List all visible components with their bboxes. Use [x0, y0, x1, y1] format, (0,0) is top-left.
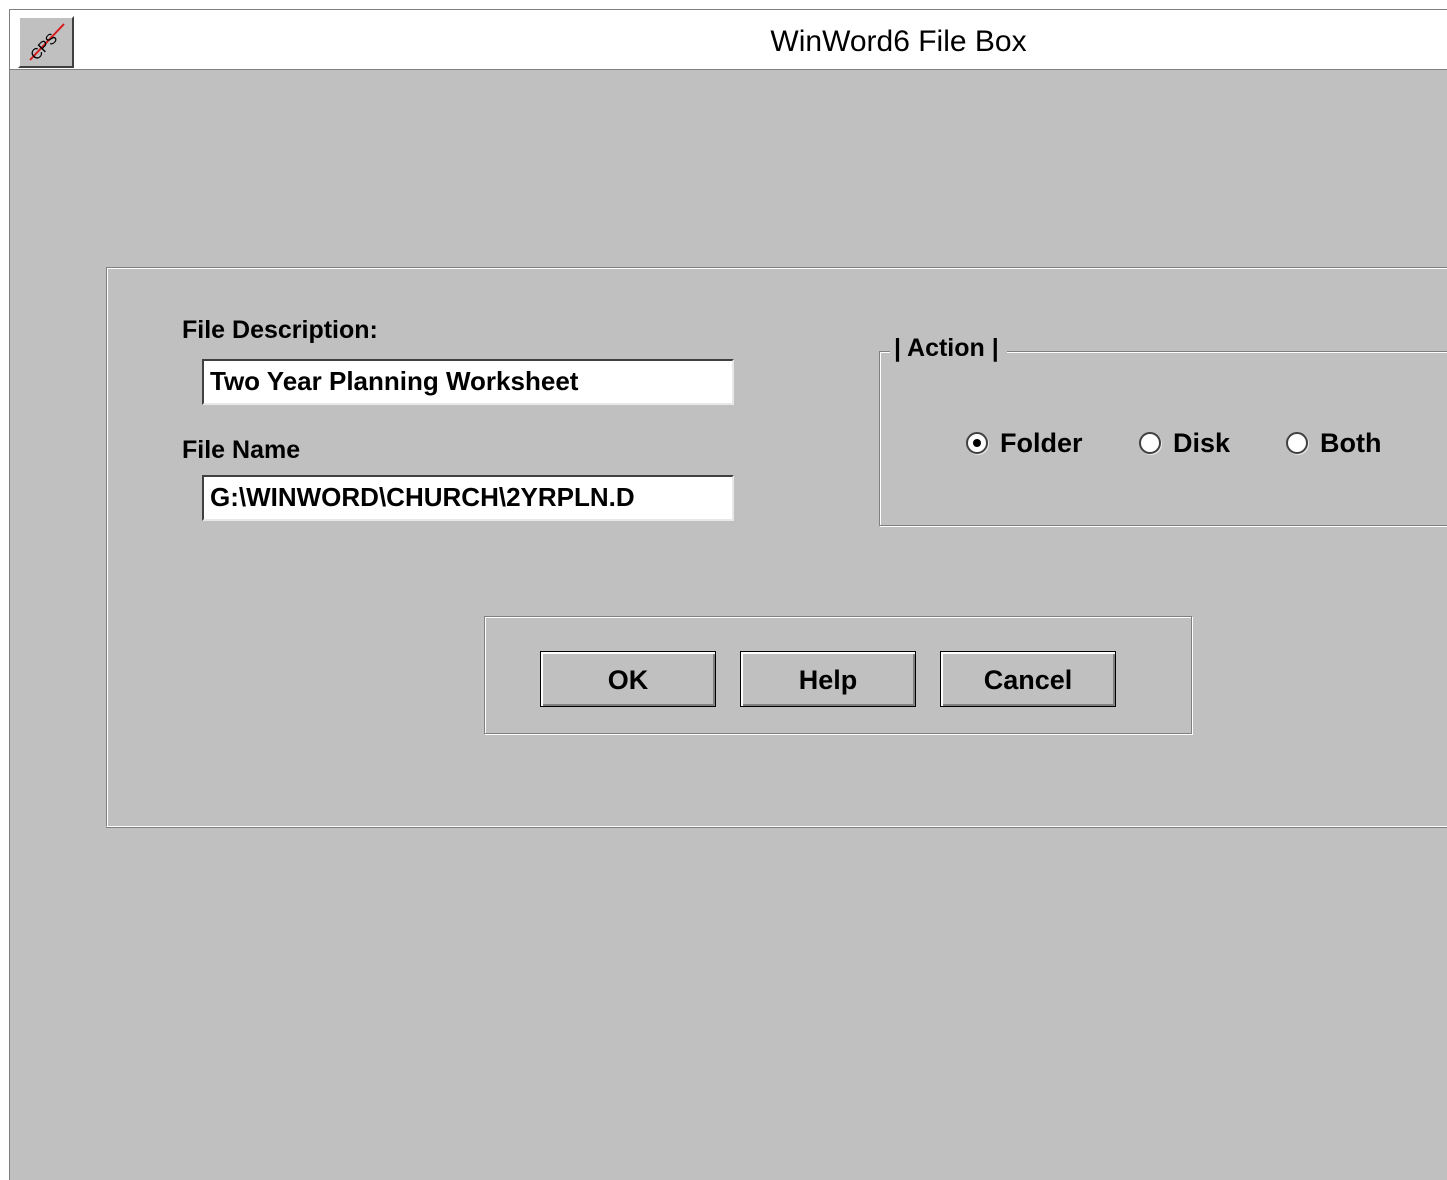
title-bar[interactable]: CPS WinWord6 File Box [10, 10, 1447, 70]
help-button[interactable]: Help [740, 651, 916, 707]
ok-button[interactable]: OK [540, 651, 716, 707]
file-name-label: File Name [182, 436, 301, 464]
main-panel: File Description: Two Year Planning Work… [106, 267, 1447, 827]
action-group-legend: | Action | [890, 334, 1007, 363]
action-group: | Action | Folder Disk Both [879, 334, 1447, 526]
file-name-field[interactable]: G:\WINWORD\CHURCH\2YRPLN.D [202, 475, 734, 521]
radio-disk-label: Disk [1173, 427, 1231, 458]
radio-disk[interactable]: Disk [1139, 425, 1230, 461]
cancel-button[interactable]: Cancel [940, 651, 1116, 707]
radio-both-label: Both [1320, 427, 1382, 458]
radio-both-indicator[interactable] [1286, 432, 1308, 454]
file-description-field[interactable]: Two Year Planning Worksheet [202, 359, 734, 405]
radio-folder[interactable]: Folder [966, 425, 1083, 461]
file-description-label: File Description: [182, 316, 378, 344]
radio-folder-indicator[interactable] [966, 432, 988, 454]
radio-both[interactable]: Both [1286, 425, 1381, 461]
button-area: OK Help Cancel [484, 616, 1192, 734]
dialog-window: CPS WinWord6 File Box File Description: … [9, 9, 1447, 1180]
radio-disk-indicator[interactable] [1139, 432, 1161, 454]
radio-folder-label: Folder [1000, 427, 1083, 458]
window-title: WinWord6 File Box [770, 25, 1027, 58]
